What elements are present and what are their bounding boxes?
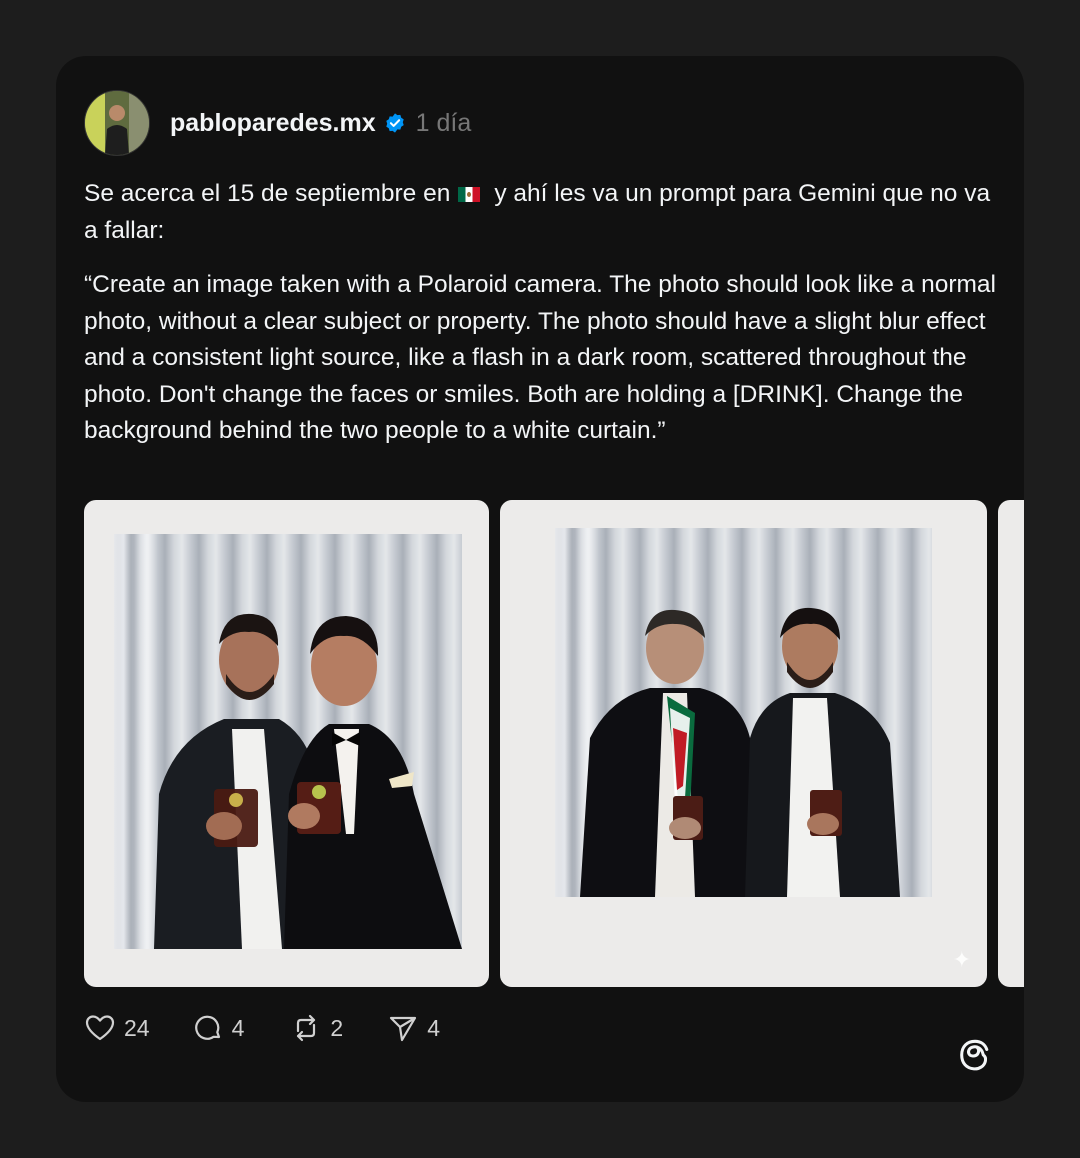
avatar[interactable] bbox=[84, 90, 150, 156]
photo-1-image bbox=[114, 534, 462, 949]
username[interactable]: pabloparedes.mx bbox=[170, 109, 376, 138]
post-time[interactable]: 1 día bbox=[416, 109, 472, 138]
post-text: Se acerca el 15 de septiembre en y ahí le… bbox=[84, 176, 999, 450]
share-count: 4 bbox=[427, 1014, 440, 1041]
post-header: pabloparedes.mx 1 día bbox=[84, 90, 471, 156]
repost-count: 2 bbox=[330, 1014, 344, 1041]
threads-logo-icon bbox=[960, 1039, 989, 1071]
post-quote: “Create an image taken with a Polaroid c… bbox=[84, 271, 996, 444]
comment-icon bbox=[194, 1015, 220, 1040]
like-count: 24 bbox=[124, 1014, 150, 1041]
threads-post-card: pabloparedes.mx 1 día Se acerca el 15 de… bbox=[56, 56, 1024, 1102]
sparkle-icon: ✦ bbox=[952, 947, 971, 972]
send-icon bbox=[390, 1016, 417, 1042]
avatar-image bbox=[85, 91, 149, 155]
polaroid-photo-1[interactable] bbox=[84, 500, 489, 987]
heart-icon bbox=[85, 1015, 115, 1041]
polaroid-photo-3-partial[interactable] bbox=[998, 500, 1024, 987]
comment-count: 4 bbox=[231, 1014, 245, 1041]
mexico-flag-icon bbox=[458, 187, 481, 202]
action-bar: 24 4 2 4 bbox=[84, 1012, 440, 1044]
verified-badge-icon bbox=[385, 113, 404, 133]
like-button[interactable]: 24 bbox=[84, 1012, 150, 1044]
comment-button[interactable]: 4 bbox=[192, 1012, 245, 1044]
share-button[interactable]: 4 bbox=[387, 1012, 440, 1044]
intro-text-start: Se acerca el 15 de septiembre en bbox=[84, 180, 451, 207]
polaroid-photo-2[interactable]: ✦ bbox=[500, 500, 987, 987]
repost-button[interactable]: 2 bbox=[290, 1012, 343, 1044]
photo-2-image bbox=[555, 528, 932, 897]
repost-icon bbox=[297, 1014, 316, 1042]
media-carousel[interactable]: ✦ bbox=[84, 500, 1024, 988]
post-intro: Se acerca el 15 de septiembre en y ahí le… bbox=[84, 176, 999, 249]
